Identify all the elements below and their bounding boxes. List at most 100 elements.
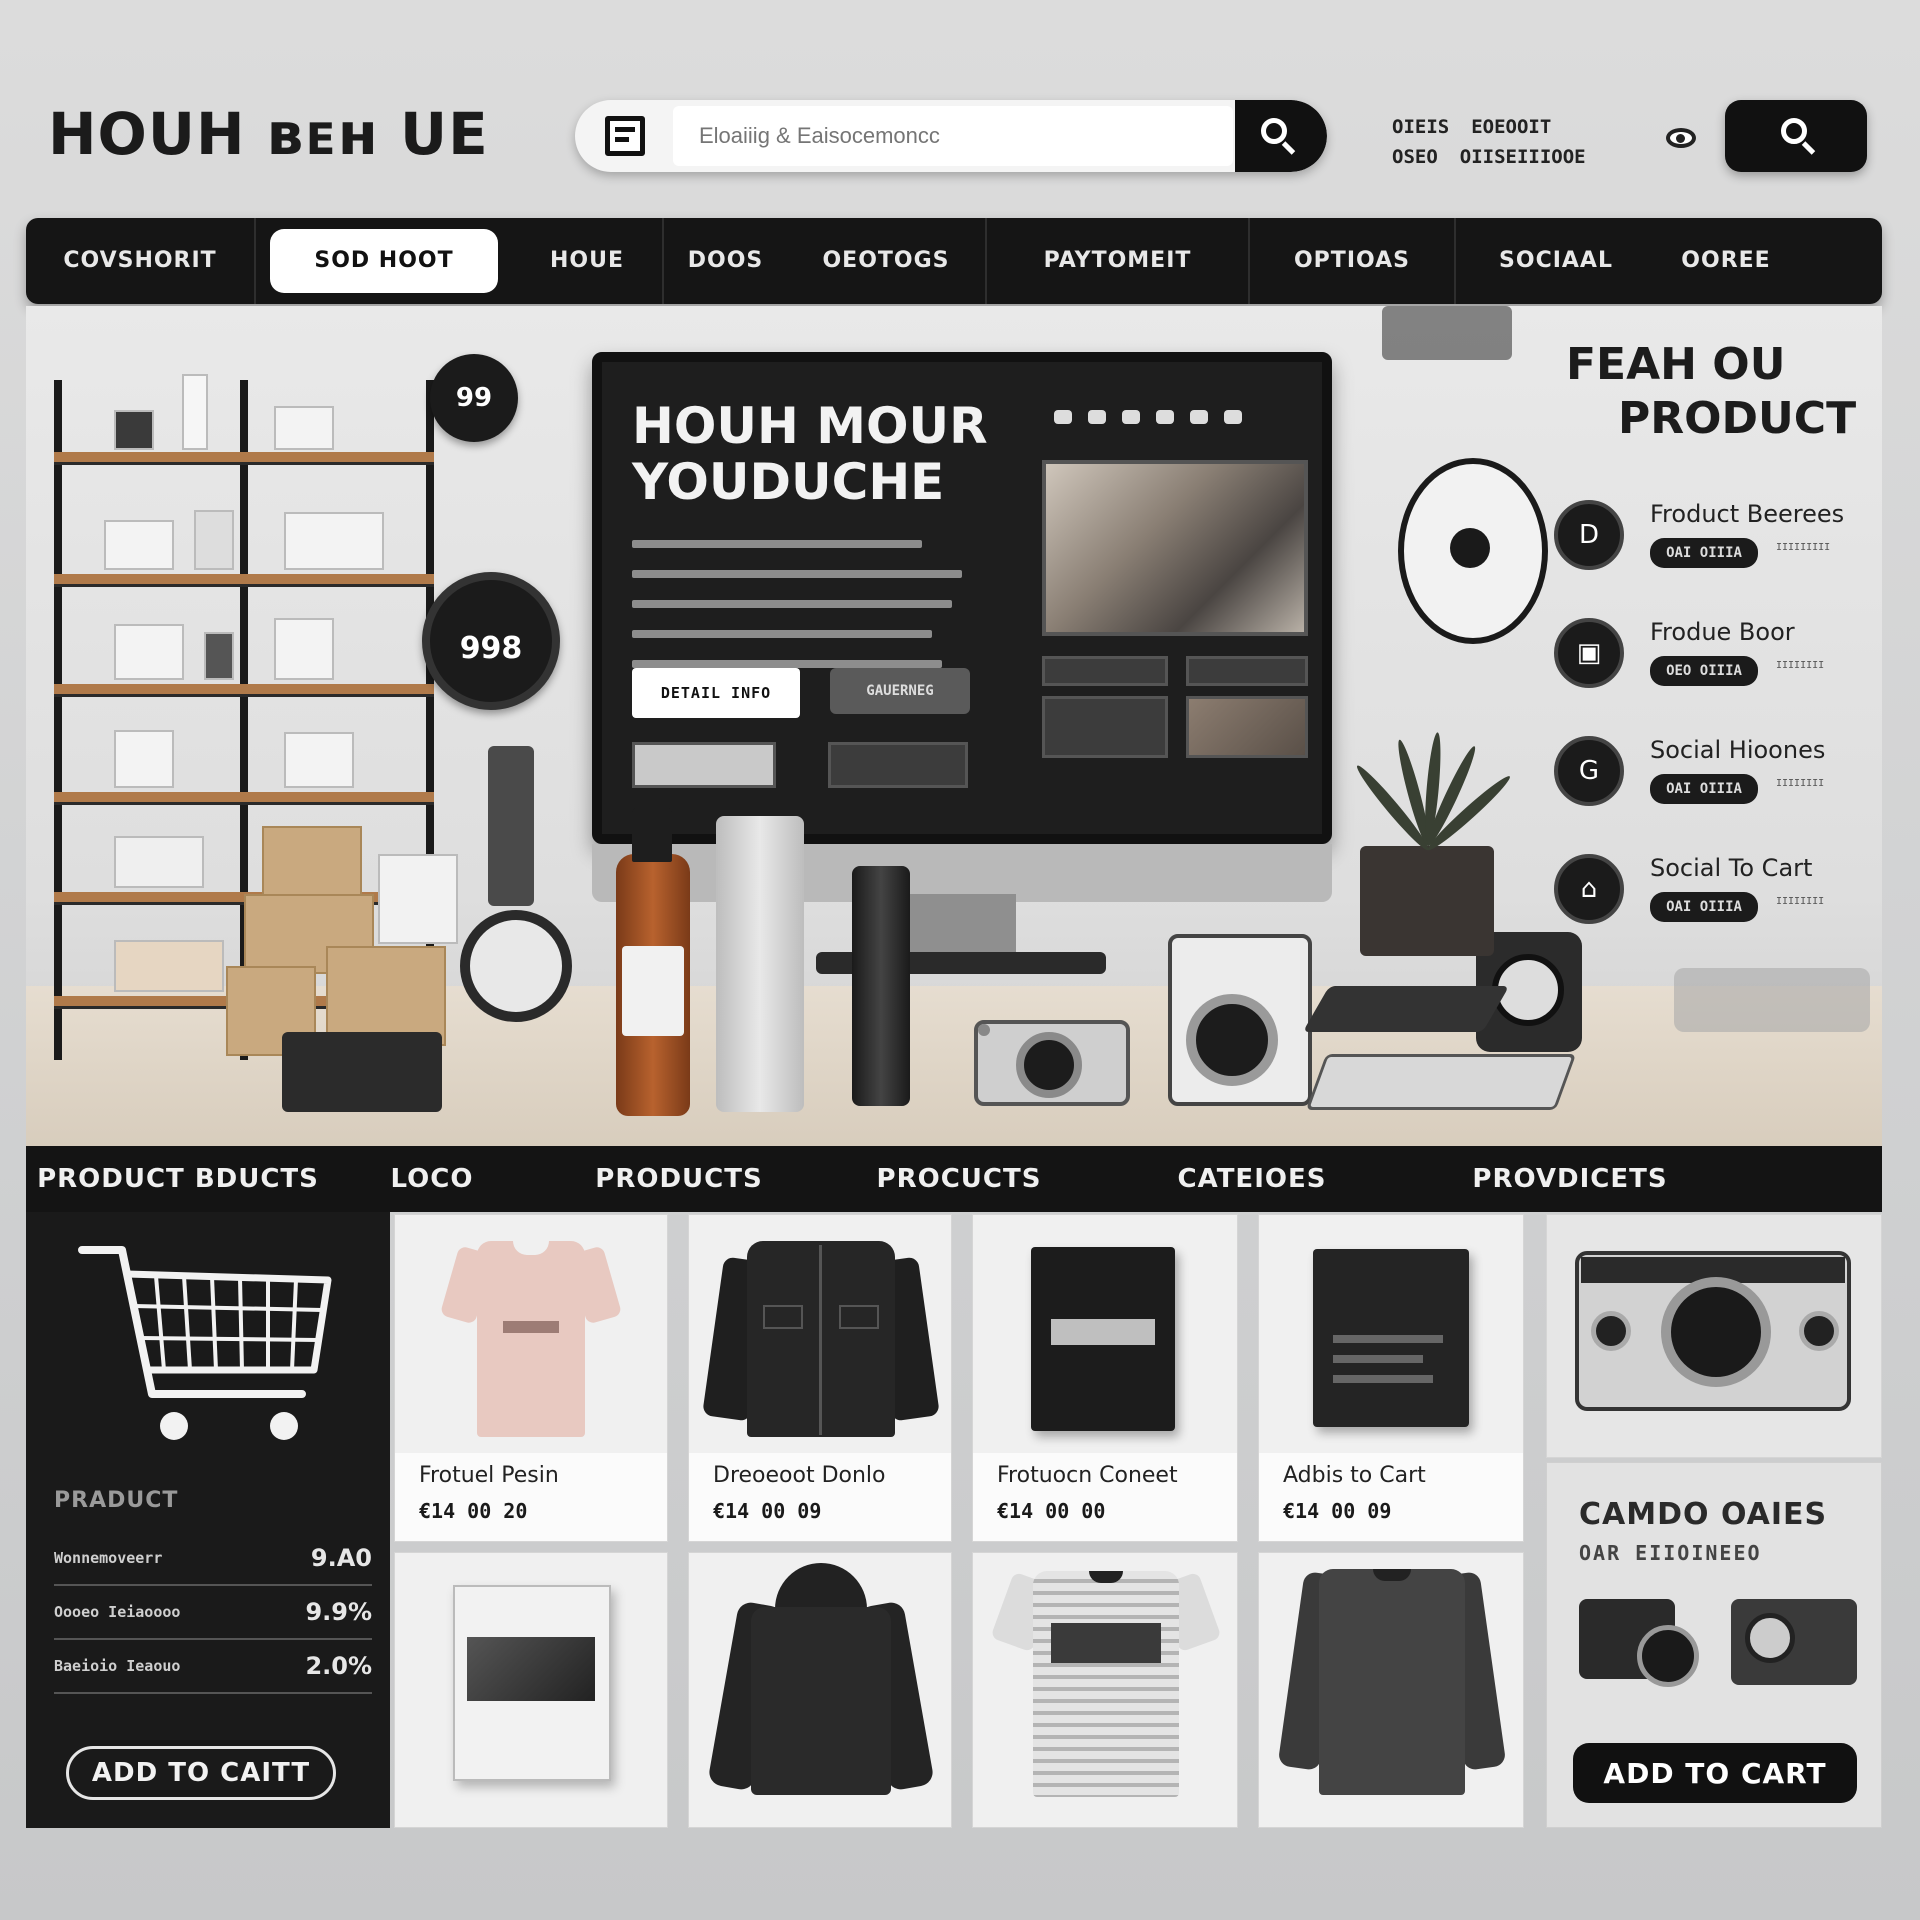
category-tab[interactable]: PRODUCT BDUCTS <box>26 1164 330 1194</box>
category-tab[interactable]: PRODUCTS <box>534 1164 824 1194</box>
product-price: €14 00 00 <box>997 1499 1106 1523</box>
nav-item-sod-hoot[interactable]: SOD HOOT <box>270 229 498 293</box>
product-card[interactable]: Adbis to Cart €14 00 09 <box>1258 1214 1524 1542</box>
search-input[interactable] <box>673 106 1233 166</box>
product-card[interactable] <box>972 1552 1238 1828</box>
social-icon: G <box>1554 736 1624 806</box>
account-label-2: OSEO <box>1392 146 1438 168</box>
search-icon <box>1261 118 1287 144</box>
product-card[interactable] <box>1546 1214 1882 1458</box>
product-card[interactable] <box>688 1552 952 1828</box>
search-bar <box>575 100 1327 172</box>
eye-icon[interactable] <box>1666 128 1696 148</box>
cart-row-label: Baeioio Ieaouo <box>54 1657 181 1675</box>
product-image <box>395 1553 667 1827</box>
featured-item-label: Frodue Boor <box>1650 618 1795 646</box>
featured-item-label: Social To Cart <box>1650 854 1813 882</box>
hero-image <box>1042 460 1308 636</box>
product-name: Frotuocn Coneet <box>997 1463 1178 1488</box>
cart-panel: PRADUCT Wonnemoveerr 9.A0 Oooeo Ieiaoooo… <box>26 1212 390 1828</box>
nav-item-doos[interactable]: DOOS <box>662 218 787 304</box>
account-info[interactable]: OIEIS EOEOOIT OSEO OIISEIIIOOE <box>1392 112 1642 172</box>
product-card[interactable] <box>1258 1552 1524 1828</box>
category-tab[interactable]: CATEIOES <box>1094 1164 1410 1194</box>
cart-row-label: Wonnemoveerr <box>54 1549 163 1567</box>
secondary-search-button[interactable] <box>1725 100 1867 172</box>
hero-secondary-button[interactable]: GAUERNEG <box>830 668 970 714</box>
hero-banner: 99 998 HOUH MOUR YOUDUCHE DETAIL INFO GA… <box>26 306 1882 1146</box>
cart-heading: PRADUCT <box>54 1488 179 1513</box>
speaker-image <box>1398 458 1548 644</box>
product-image <box>973 1553 1237 1827</box>
discount-badge-small: 99 <box>430 354 518 442</box>
featured-list: D Froduct Beerees OAI OIIIA IIIIIIIII ▣ … <box>1554 496 1874 968</box>
nav-item-covshorit[interactable]: COVSHORIT <box>26 218 256 304</box>
cart-row-label: Oooeo Ieiaoooo <box>54 1603 181 1621</box>
featured-item-button[interactable]: OAI OIIIA <box>1650 538 1758 568</box>
product-card[interactable]: Dreoeoot Donlo €14 00 09 <box>688 1214 952 1542</box>
hero-title-line-2: YOUDUCHE <box>632 453 945 511</box>
nav-item-ooree[interactable]: OOREE <box>1656 218 1796 304</box>
hero-primary-button[interactable]: DETAIL INFO <box>632 668 800 718</box>
discount-badge-large: 998 <box>422 572 560 710</box>
featured-item[interactable]: G Social Hioones OAI OIIIA IIIIIIII <box>1554 732 1874 850</box>
featured-item-label: Froduct Beerees <box>1650 500 1845 528</box>
search-button[interactable] <box>1235 100 1327 172</box>
featured-title-line-1: FEAH OU <box>1566 339 1786 390</box>
cart-row-value: 2.0% <box>305 1652 372 1680</box>
featured-item-label: Social Hioones <box>1650 736 1826 764</box>
plant-image <box>1360 846 1494 956</box>
product-image <box>1259 1215 1523 1453</box>
hero-title-line-1: HOUH MOUR <box>632 397 988 455</box>
product-price: €14 00 09 <box>713 1499 822 1523</box>
product-image <box>1547 1215 1881 1457</box>
monitor-toolbar <box>1054 410 1242 424</box>
category-tab[interactable]: LOCO <box>330 1164 534 1194</box>
featured-item-button[interactable]: OAI OIIIA <box>1650 774 1758 804</box>
promo-add-to-cart-button[interactable]: ADD TO CART <box>1573 1743 1857 1803</box>
nav-item-sociaal[interactable]: SOCIAAL <box>1456 218 1656 304</box>
featured-title-line-2: PRODUCT <box>1618 393 1857 444</box>
product-name: Adbis to Cart <box>1283 1463 1426 1488</box>
box-icon: ▣ <box>1554 618 1624 688</box>
product-card[interactable] <box>394 1552 668 1828</box>
category-filter-icon[interactable] <box>605 116 645 156</box>
featured-item-meta: IIIIIIII <box>1776 896 1825 907</box>
featured-item[interactable]: ▣ Frodue Boor OEO OIIIA IIIIIIII <box>1554 614 1874 732</box>
product-card[interactable]: Frotuocn Coneet €14 00 00 <box>972 1214 1238 1542</box>
product-icon: D <box>1554 500 1624 570</box>
site-logo[interactable]: HOUH ʙᴇʜ UE <box>48 100 489 168</box>
cart-row: Oooeo Ieiaoooo 9.9% <box>54 1586 372 1640</box>
featured-item-button[interactable]: OAI OIIIA <box>1650 892 1758 922</box>
product-name: Frotuel Pesin <box>419 1463 559 1488</box>
cart-row: Baeioio Ieaouo 2.0% <box>54 1640 372 1694</box>
promo-subtitle: OAR EIIOINEEO <box>1579 1541 1762 1565</box>
product-image <box>689 1215 951 1453</box>
hero-title: HOUH MOUR YOUDUCHE <box>632 398 1012 510</box>
search-icon <box>1781 118 1807 144</box>
account-value-1: EOEOOIT <box>1471 116 1552 138</box>
nav-item-paytomeit[interactable]: PAYTOMEIT <box>987 218 1250 304</box>
category-tab[interactable]: PROVDICETS <box>1410 1164 1730 1194</box>
main-nav: COVSHORIT SOD HOOT HOUE DOOS OEOTOGS PAY… <box>26 218 1882 304</box>
add-to-cart-button[interactable]: ADD TO CAITT <box>66 1746 336 1800</box>
account-label-1: OIEIS <box>1392 116 1450 138</box>
product-card[interactable]: Frotuel Pesin €14 00 20 <box>394 1214 668 1542</box>
product-name: Dreoeoot Donlo <box>713 1463 886 1488</box>
featured-item[interactable]: ⌂ Social To Cart OAI OIIIA IIIIIIII <box>1554 850 1874 968</box>
product-image <box>1259 1553 1523 1827</box>
cart-row: Wonnemoveerr 9.A0 <box>54 1532 372 1586</box>
product-price: €14 00 09 <box>1283 1499 1392 1523</box>
cart-row-value: 9.9% <box>305 1598 372 1626</box>
category-tab[interactable]: PROCUCTS <box>824 1164 1094 1194</box>
nav-item-oeotogs[interactable]: OEOTOGS <box>787 218 987 304</box>
hero-monitor: HOUH MOUR YOUDUCHE DETAIL INFO GAUERNEG <box>592 352 1332 844</box>
featured-item[interactable]: D Froduct Beerees OAI OIIIA IIIIIIIII <box>1554 496 1874 614</box>
shopping-cart-icon <box>78 1246 332 1440</box>
promo-panel: CAMDO OAIES OAR EIIOINEEO ADD TO CART <box>1546 1462 1882 1828</box>
featured-item-button[interactable]: OEO OIIIA <box>1650 656 1758 686</box>
nav-item-optioas[interactable]: OPTIOAS <box>1250 218 1456 304</box>
product-price: €14 00 20 <box>419 1499 528 1523</box>
nav-item-houe[interactable]: HOUE <box>512 218 662 304</box>
featured-item-meta: IIIIIIIII <box>1776 542 1831 553</box>
